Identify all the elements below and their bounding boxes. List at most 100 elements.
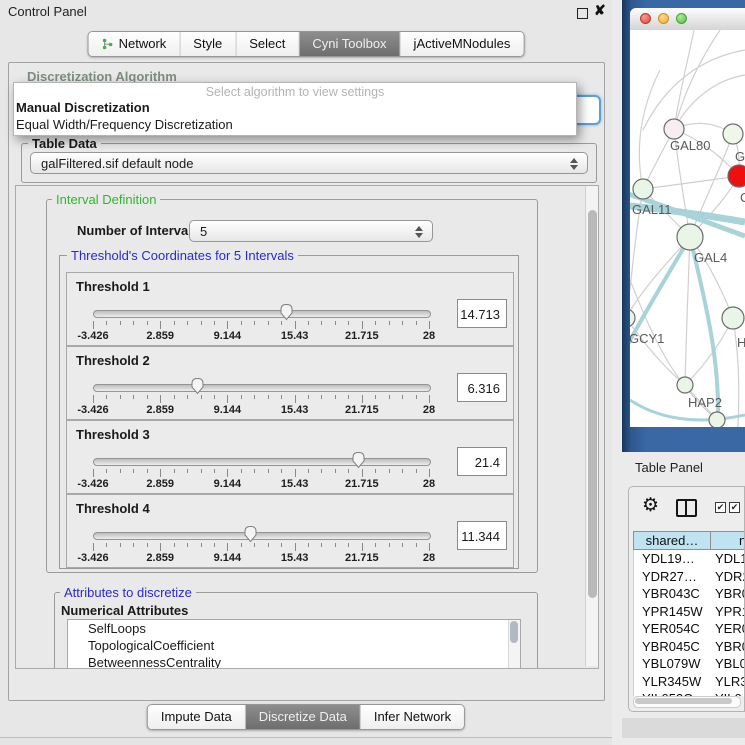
tab-discretize-data[interactable]: Discretize Data: [246, 705, 361, 729]
slider-thumb[interactable]: [190, 377, 205, 395]
slider-ticks: [93, 395, 429, 404]
gear-icon[interactable]: ⚙: [642, 495, 659, 517]
cell-shared-name[interactable]: YER054C: [634, 620, 710, 638]
network-node-c[interactable]: [728, 165, 745, 187]
cell-name[interactable]: YDR2: [710, 568, 745, 586]
number-of-intervals-label: Number of Intervals: [77, 223, 199, 238]
slider-track[interactable]: [93, 310, 431, 318]
column-header-shared-name[interactable]: shared…: [634, 532, 711, 549]
attribute-item[interactable]: SelfLoops: [68, 620, 520, 637]
table-row[interactable]: YBR043CYBR0: [634, 585, 745, 603]
threshold-3-panel: Threshold 3 21.4 -3.4262.8599.14415.4321…: [66, 420, 514, 494]
scale-label: 2.859: [146, 330, 174, 342]
network-node-partial[interactable]: [709, 412, 725, 427]
network-node-gcy1[interactable]: [630, 309, 635, 327]
cell-name[interactable]: YPR1: [710, 603, 745, 621]
scale-label: 2.859: [146, 404, 174, 416]
tab-style[interactable]: Style: [180, 32, 236, 56]
tab-label: Cyni Toolbox: [312, 32, 386, 56]
threshold-2-value-field[interactable]: 6.316: [457, 373, 507, 402]
network-node-ga[interactable]: [723, 124, 743, 144]
horizontal-scrollbar-thumb[interactable]: [635, 698, 732, 704]
tab-network[interactable]: Network: [89, 32, 181, 56]
vertical-scrollbar-thumb[interactable]: [588, 210, 597, 598]
table-row[interactable]: YLR345WYLR3: [634, 673, 745, 691]
network-canvas[interactable]: GAL80GACGAL11GAL4GCY1HHAP2: [630, 30, 745, 427]
cell-name[interactable]: YDL1: [710, 550, 745, 568]
cell-shared-name[interactable]: YLR345W: [634, 673, 710, 691]
table-row[interactable]: YDR27…YDR2: [634, 568, 745, 586]
slider-track[interactable]: [93, 458, 431, 466]
slider-track[interactable]: [93, 384, 431, 392]
tab-select[interactable]: Select: [236, 32, 299, 56]
slider-track[interactable]: [93, 532, 431, 540]
slider-scale-labels: -3.4262.8599.14415.4321.71528: [93, 404, 429, 416]
tab-cyni-toolbox[interactable]: Cyni Toolbox: [299, 32, 400, 56]
table-row[interactable]: YBR045CYBR0: [634, 638, 745, 656]
scale-label: 2.859: [146, 478, 174, 490]
network-node-hap2[interactable]: [677, 377, 693, 393]
table-row[interactable]: YBL079WYBL0: [634, 655, 745, 673]
checkbox-checked-icon[interactable]: ✔: [715, 502, 726, 513]
table-row[interactable]: YER054CYER0: [634, 620, 745, 638]
list-scrollbar-thumb[interactable]: [510, 621, 518, 643]
table-data-combobox[interactable]: galFiltered.sif default node: [30, 152, 588, 174]
cell-shared-name[interactable]: YDL19…: [634, 550, 710, 568]
network-node-h[interactable]: [722, 307, 744, 329]
table-row[interactable]: YDL19…YDL1: [634, 550, 745, 568]
network-node-gal4[interactable]: [677, 224, 703, 250]
node-label: H: [737, 335, 745, 350]
node-label: GAL80: [670, 138, 710, 153]
cell-shared-name[interactable]: YBL079W: [634, 655, 710, 673]
checkbox-checked-icon[interactable]: ✔: [729, 502, 740, 513]
zoom-traffic-light-icon[interactable]: [676, 13, 687, 24]
cell-shared-name[interactable]: YPR145W: [634, 603, 710, 621]
algorithm-dropdown-popup: Select algorithm to view settings Manual…: [13, 82, 577, 136]
network-node-gal80[interactable]: [664, 119, 684, 139]
control-panel-titlebar: Control Panel ✘: [0, 0, 612, 24]
numerical-attributes-list[interactable]: SelfLoopsTopologicalCoefficientBetweenne…: [67, 619, 521, 669]
scale-label: 2.859: [146, 552, 174, 564]
cell-name[interactable]: YBL0: [710, 655, 745, 673]
slider-thumb[interactable]: [243, 525, 258, 543]
cell-name[interactable]: YLR3: [710, 673, 745, 691]
node-label: GCY1: [630, 331, 664, 346]
node-label: HAP2: [688, 395, 722, 410]
tab-impute-data[interactable]: Impute Data: [148, 705, 246, 729]
scale-label: 21.715: [345, 552, 379, 564]
table-row[interactable]: YPR145WYPR1: [634, 603, 745, 621]
number-of-intervals-combobox[interactable]: 5: [189, 220, 433, 242]
cell-name[interactable]: YBR0: [710, 638, 745, 656]
threshold-4-value-field[interactable]: 11.344: [457, 521, 507, 550]
tab-infer-network[interactable]: Infer Network: [361, 705, 464, 729]
float-window-icon[interactable]: [577, 8, 588, 19]
slider-thumb[interactable]: [351, 451, 366, 469]
tab-jactivemnodules[interactable]: jActiveMNodules: [401, 32, 524, 56]
network-node-gal11[interactable]: [633, 179, 653, 199]
algorithm-hint-text: Select algorithm to view settings: [14, 85, 576, 99]
horizontal-scrollbar[interactable]: [633, 696, 741, 708]
list-scrollbar[interactable]: [508, 620, 520, 669]
threshold-3-value-field[interactable]: 21.4: [457, 447, 507, 476]
threshold-1-value-field[interactable]: 14.713: [457, 299, 507, 328]
attribute-item[interactable]: BetweennessCentrality: [68, 654, 520, 669]
close-traffic-light-icon[interactable]: [640, 13, 651, 24]
minimize-traffic-light-icon[interactable]: [658, 13, 669, 24]
slider-thumb[interactable]: [279, 303, 294, 321]
cell-name[interactable]: YBR0: [710, 585, 745, 603]
cell-shared-name[interactable]: YBR043C: [634, 585, 710, 603]
split-columns-icon[interactable]: [676, 499, 697, 517]
cell-shared-name[interactable]: YBR045C: [634, 638, 710, 656]
tab-label: Infer Network: [374, 705, 451, 729]
close-icon[interactable]: ✘: [594, 2, 606, 19]
network-window-titlebar: [630, 8, 745, 31]
table-header-row: shared… na: [633, 531, 745, 550]
network-icon: [102, 38, 114, 50]
algorithm-option-manual[interactable]: Manual Discretization: [16, 100, 150, 115]
attribute-item[interactable]: TopologicalCoefficient: [68, 637, 520, 654]
cell-name[interactable]: YER0: [710, 620, 745, 638]
vertical-scrollbar[interactable]: [585, 186, 598, 666]
column-header-name[interactable]: na: [711, 532, 745, 549]
algorithm-option-equal-width[interactable]: Equal Width/Frequency Discretization: [16, 117, 233, 132]
cell-shared-name[interactable]: YDR27…: [634, 568, 710, 586]
